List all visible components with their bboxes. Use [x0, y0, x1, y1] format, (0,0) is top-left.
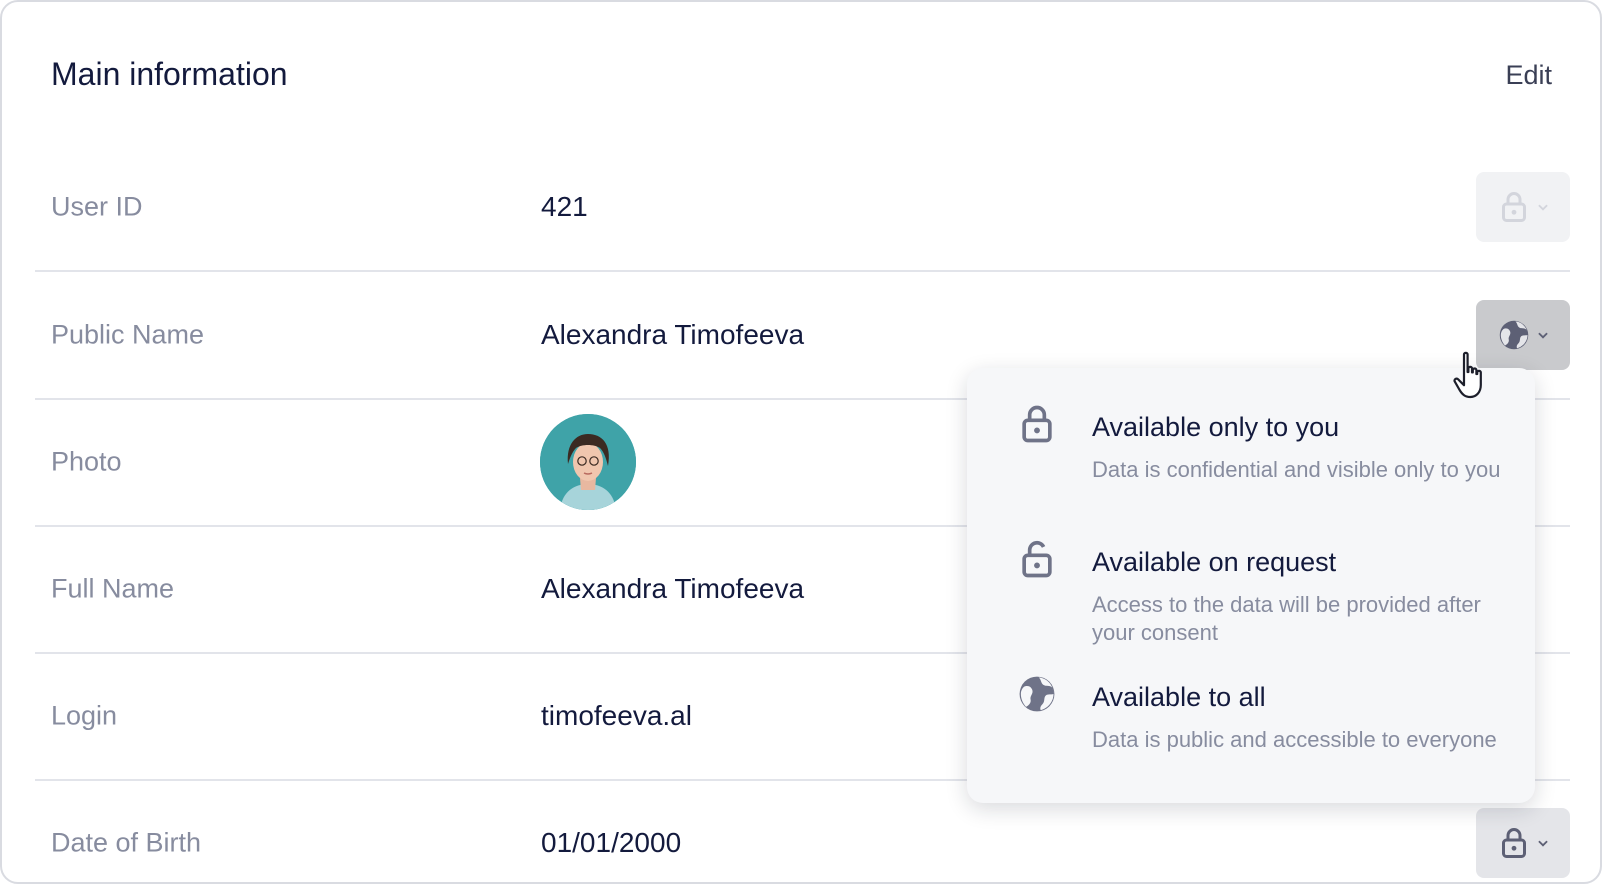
field-label: User ID: [51, 191, 143, 221]
chevron-down-icon: [1538, 204, 1548, 211]
lock-open-icon: [1022, 540, 1052, 578]
hand-cursor-icon: [1453, 351, 1482, 399]
option-description: Access to the data will be provided afte…: [1092, 592, 1481, 645]
chevron-down-icon: [1538, 332, 1548, 339]
privacy-selector-button[interactable]: [1476, 807, 1570, 878]
lock-icon: [1502, 827, 1526, 858]
option-title: Available to all: [1092, 682, 1266, 712]
field-label: Login: [51, 700, 118, 730]
avatar: [540, 413, 636, 510]
option-title: Available only to you: [1092, 412, 1340, 442]
privacy-option-all[interactable]: Available to all Data is public and acce…: [967, 646, 1535, 766]
lock-icon: [1022, 405, 1052, 443]
chevron-down-icon: [1538, 840, 1548, 847]
field-value: 01/01/2000: [541, 826, 682, 858]
field-value: Alexandra Timofeeva: [541, 318, 805, 350]
option-description: Data is public and accessible to everyon…: [1092, 727, 1497, 752]
field-value: Alexandra Timofeeva: [541, 572, 805, 604]
lock-icon: [1502, 191, 1526, 222]
edit-button[interactable]: Edit: [1505, 58, 1552, 92]
privacy-dropdown-menu: Available only to you Data is confidenti…: [967, 368, 1535, 803]
option-description: Data is confidential and visible only to…: [1092, 457, 1501, 482]
privacy-selector-button: [1476, 171, 1570, 242]
globe-icon: [1019, 676, 1055, 712]
option-title: Available on request: [1092, 547, 1337, 577]
field-row-user-id: User ID 421: [35, 143, 1570, 272]
page-title: Main information: [51, 56, 288, 92]
field-label: Photo: [51, 446, 122, 476]
privacy-option-on-request[interactable]: Available on request Access to the data …: [967, 511, 1535, 645]
field-label: Date of Birth: [51, 827, 202, 857]
field-label: Public Name: [51, 319, 205, 349]
privacy-selector-button[interactable]: [1476, 299, 1570, 370]
field-value: 421: [541, 190, 588, 222]
field-value: timofeeva.al: [541, 699, 692, 731]
field-label: Full Name: [51, 573, 175, 603]
globe-icon: [1499, 320, 1529, 349]
